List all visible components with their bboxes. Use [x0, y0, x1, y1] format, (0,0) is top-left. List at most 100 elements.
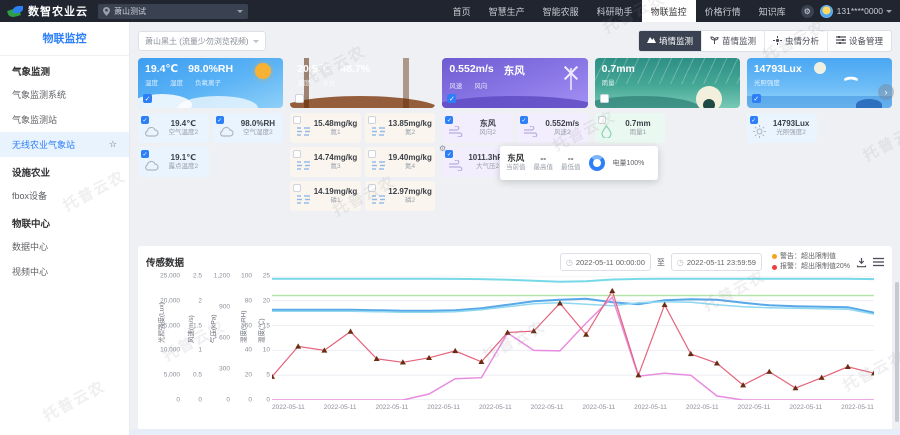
sensor-label: 氮4 — [388, 163, 433, 171]
y-axis-tick: 1.5 — [193, 322, 202, 329]
sidebar-item-气象监测系统[interactable]: 气象监测系统 — [0, 82, 129, 107]
sidebar: 物联监控 气象监测气象监测系统气象监测站无线农业气象站☆设施农业fbox设备物联… — [0, 22, 130, 435]
tab-设备管理[interactable]: 设备管理 — [827, 31, 891, 51]
sensor-checkbox[interactable] — [293, 150, 301, 158]
sidebar-item-无线农业气象站[interactable]: 无线农业气象站 ☆ — [0, 132, 129, 157]
download-icon[interactable] — [856, 257, 867, 268]
tab-label: 苗情监测 — [722, 35, 756, 47]
y-axis-tick: 600 — [219, 335, 230, 342]
sensor-label: 磷2 — [388, 197, 433, 205]
sensor-item[interactable]: 14.74mg/kg氮3 — [290, 147, 361, 177]
top-navbar: 数智农业云 萧山测试 首页智慧生产智能农服科研助手物联监控价格行情知识库 ⚙ 1… — [0, 0, 900, 22]
sidebar-item-视频中心[interactable]: 视频中心 — [0, 259, 129, 284]
card-checkbox[interactable] — [600, 94, 609, 103]
sensor-item[interactable]: 15.48mg/kg氮1 — [290, 113, 361, 143]
nav-item-智能农服[interactable]: 智能农服 — [534, 0, 588, 22]
tab-虫情分析[interactable]: 虫情分析 — [764, 31, 827, 51]
scrollbar-thumb[interactable] — [895, 282, 899, 422]
scene-select[interactable]: 萧山黑土 (流量少勿浏览视频) — [138, 31, 266, 51]
sensor-item[interactable]: ✓东风风向2 — [442, 113, 513, 143]
sensor-checkbox[interactable]: ✓ — [141, 116, 149, 124]
sensor-checkbox[interactable]: ✓ — [750, 116, 758, 124]
list-view-icon[interactable] — [873, 257, 884, 267]
sensor-checkbox[interactable] — [598, 116, 606, 124]
sensor-text: 15.48mg/kg氮1 — [313, 119, 358, 137]
card-checkbox[interactable]: ✓ — [447, 94, 456, 103]
sidebar-item-label: 视频中心 — [12, 265, 48, 278]
tooltip-current: 东风 当前值 — [506, 153, 526, 172]
x-axis-tick: 2022-05-11 — [789, 404, 822, 411]
sensor-item[interactable]: ✓0.552m/s风速2 — [517, 113, 588, 143]
sensor-item[interactable]: 12.97mg/kg磷2 — [365, 181, 436, 211]
sensor-checkbox[interactable]: ✓ — [445, 116, 453, 124]
x-axis-labels: 2022-05-112022-05-112022-05-112022-05-11… — [272, 404, 874, 411]
tab-墒情监测[interactable]: 墒情监测 — [639, 31, 701, 51]
y-axis: 温度(℃)2520151050 — [254, 276, 272, 400]
weather-card-sea[interactable]: 14793Lux光照强度✓ — [747, 58, 892, 108]
y-axis-tick: 1 — [198, 347, 202, 354]
sensor-checkbox[interactable] — [368, 150, 376, 158]
nav-item-知识库[interactable]: 知识库 — [750, 0, 795, 22]
nav-item-价格行情[interactable]: 价格行情 — [696, 0, 750, 22]
date-from-input[interactable]: ◷ 2022-05-11 00:00:00 — [560, 253, 651, 271]
sensor-checkbox[interactable] — [368, 184, 376, 192]
y-axis-tick: 1,200 — [214, 273, 230, 280]
sensor-chart-card: 传感数据 ◷ 2022-05-11 00:00:00 至 ◷ 2022-05-1… — [138, 246, 892, 434]
nav-item-智慧生产[interactable]: 智慧生产 — [480, 0, 534, 22]
x-axis-tick: 2022-05-11 — [324, 404, 357, 411]
sensor-settings-gear-icon[interactable]: ⚙ — [439, 144, 446, 153]
weather-card-forest[interactable]: 20.5℃48.7%温度水分 — [290, 58, 435, 108]
sensor-item[interactable]: ✓14793Lux光照强度2 — [747, 113, 818, 143]
sensor-checkbox[interactable]: ✓ — [141, 150, 149, 158]
settings-gear-icon[interactable]: ⚙ — [801, 5, 814, 18]
nav-item-科研助手[interactable]: 科研助手 — [588, 0, 642, 22]
weather-card-rain[interactable]: 0.7mm雨量 — [595, 58, 740, 108]
sidebar-item-fbox设备[interactable]: fbox设备 — [0, 183, 129, 208]
sidebar-item-label: 无线农业气象站 — [12, 138, 75, 151]
card-checkbox[interactable]: ✓ — [143, 94, 152, 103]
star-icon[interactable]: ☆ — [109, 139, 117, 150]
y-axis-tick: 300 — [219, 366, 230, 373]
sensor-checkbox[interactable] — [368, 116, 376, 124]
carousel-next-button[interactable]: › — [878, 84, 894, 100]
sensor-item[interactable]: 14.19mg/kg磷1 — [290, 181, 361, 211]
sensor-value: 15.48mg/kg — [313, 119, 358, 129]
card-checkbox[interactable]: ✓ — [752, 94, 761, 103]
date-to-input[interactable]: ◷ 2022-05-11 23:59:59 — [671, 253, 762, 271]
sensor-checkbox[interactable] — [293, 116, 301, 124]
sensor-checkbox[interactable]: ✓ — [445, 150, 453, 158]
sidebar-item-数据中心[interactable]: 数据中心 — [0, 234, 129, 259]
weather-card-wind[interactable]: 0.552m/s东风风速风向✓ — [442, 58, 587, 108]
sensor-item[interactable]: ✓19.4℃空气温度2 — [138, 113, 209, 143]
sensor-label: 空气湿度2 — [236, 129, 281, 137]
sensor-value: 14793Lux — [768, 119, 815, 129]
chart-plot[interactable] — [272, 276, 874, 400]
card-values: 19.4℃98.0%RH — [145, 63, 276, 75]
sensor-item[interactable]: ✓19.1℃露点温度2 — [138, 147, 209, 177]
y-axis-tick: 10,000 — [160, 347, 180, 354]
weather-card-sky[interactable]: 19.4℃98.0%RH温度湿度负氧离子✓ — [138, 58, 283, 108]
sensor-value: 东风 — [465, 119, 510, 129]
card-column: 19.4℃98.0%RH温度湿度负氧离子✓ ✓19.4℃空气温度2✓98.0%RH… — [138, 58, 283, 211]
sensor-item[interactable]: 19.40mg/kg氮4 — [365, 147, 436, 177]
nav-item-首页[interactable]: 首页 — [444, 0, 480, 22]
tab-苗情监测[interactable]: 苗情监测 — [701, 31, 764, 51]
nav-item-物联监控[interactable]: 物联监控 — [642, 0, 696, 22]
cloud-icon — [219, 126, 234, 137]
sensor-checkbox[interactable]: ✓ — [216, 116, 224, 124]
sensor-item[interactable]: 0.7mm雨量1 — [595, 113, 666, 143]
card-checkbox[interactable] — [295, 94, 304, 103]
tooltip-max: -- 最高值 — [534, 153, 554, 172]
sensor-checkbox[interactable] — [293, 184, 301, 192]
bottom-strip — [130, 429, 900, 435]
sensor-item[interactable]: ✓98.0%RH空气湿度2 — [213, 113, 284, 143]
sensor-checkbox[interactable]: ✓ — [520, 116, 528, 124]
location-select[interactable]: 萧山测试 — [98, 4, 248, 19]
avatar[interactable] — [820, 5, 833, 18]
soil-icon — [371, 194, 386, 205]
sensor-item[interactable]: 13.85mg/kg氮2 — [365, 113, 436, 143]
user-chevron-down-icon[interactable] — [886, 10, 892, 16]
sensor-grid: 15.48mg/kg氮1 13.85mg/kg氮214.74mg/kg氮319.4… — [290, 113, 435, 211]
y-axis: 风速(m/s)2.521.510.50 — [182, 276, 204, 400]
sidebar-item-气象监测站[interactable]: 气象监测站 — [0, 107, 129, 132]
